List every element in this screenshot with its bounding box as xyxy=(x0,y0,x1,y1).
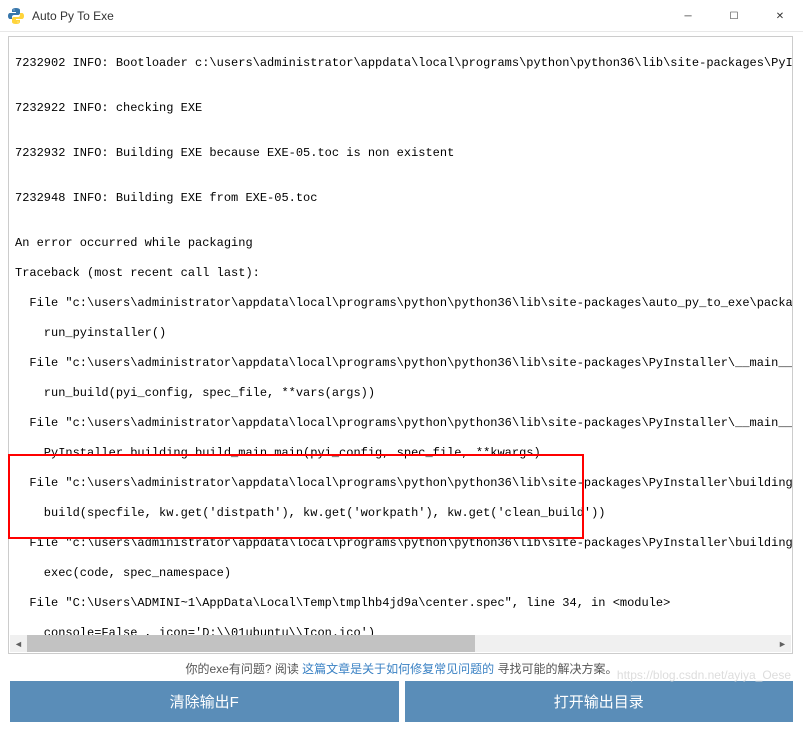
log-line: exec(code, spec_namespace) xyxy=(15,566,792,581)
maximize-button[interactable]: ☐ xyxy=(711,0,757,32)
scroll-thumb[interactable] xyxy=(27,635,475,652)
button-row: 清除输出F 打开输出目录 xyxy=(0,681,803,730)
log-line: 7232922 INFO: checking EXE xyxy=(15,101,792,116)
log-line: PyInstaller.building.build_main.main(pyi… xyxy=(15,446,792,461)
log-line: run_pyinstaller() xyxy=(15,326,792,341)
log-line: An error occurred while packaging xyxy=(15,236,792,251)
titlebar: Auto Py To Exe ─ ☐ ✕ xyxy=(0,0,803,32)
log-line: 7232902 INFO: Bootloader c:\users\admini… xyxy=(15,56,792,71)
log-line: File "c:\users\administrator\appdata\loc… xyxy=(15,356,792,371)
open-output-dir-button[interactable]: 打开输出目录 xyxy=(405,681,794,722)
scroll-right-arrow[interactable]: ► xyxy=(774,635,791,652)
log-line: File "c:\users\administrator\appdata\loc… xyxy=(15,536,792,551)
window-title: Auto Py To Exe xyxy=(32,9,665,23)
footer-text-pre: 你的exe有问题? 阅读 xyxy=(185,662,302,676)
scroll-track[interactable] xyxy=(27,635,774,652)
footer-help: 你的exe有问题? 阅读 这篇文章是关于如何修复常见问题的 寻找可能的解决方案。 xyxy=(0,654,803,681)
log-line: build(specfile, kw.get('distpath'), kw.g… xyxy=(15,506,792,521)
horizontal-scrollbar[interactable]: ◄ ► xyxy=(10,635,791,652)
log-line: Traceback (most recent call last): xyxy=(15,266,792,281)
log-line: File "c:\users\administrator\appdata\loc… xyxy=(15,296,792,311)
minimize-button[interactable]: ─ xyxy=(665,0,711,32)
log-line: 7232948 INFO: Building EXE from EXE-05.t… xyxy=(15,191,792,206)
log-line: File "c:\users\administrator\appdata\loc… xyxy=(15,476,792,491)
log-line: File "C:\Users\ADMINI~1\AppData\Local\Te… xyxy=(15,596,792,611)
console-output[interactable]: 7232902 INFO: Bootloader c:\users\admini… xyxy=(15,41,792,636)
python-icon xyxy=(8,8,24,24)
console-panel: 7232902 INFO: Bootloader c:\users\admini… xyxy=(8,36,793,654)
clear-output-button[interactable]: 清除输出F xyxy=(10,681,399,722)
log-line: 7232932 INFO: Building EXE because EXE-0… xyxy=(15,146,792,161)
scroll-left-arrow[interactable]: ◄ xyxy=(10,635,27,652)
window-controls: ─ ☐ ✕ xyxy=(665,0,803,31)
log-line: run_build(pyi_config, spec_file, **vars(… xyxy=(15,386,792,401)
footer-help-link[interactable]: 这篇文章是关于如何修复常见问题的 xyxy=(302,662,494,676)
close-button[interactable]: ✕ xyxy=(757,0,803,32)
footer-text-post: 寻找可能的解决方案。 xyxy=(494,662,617,676)
log-line: File "c:\users\administrator\appdata\loc… xyxy=(15,416,792,431)
